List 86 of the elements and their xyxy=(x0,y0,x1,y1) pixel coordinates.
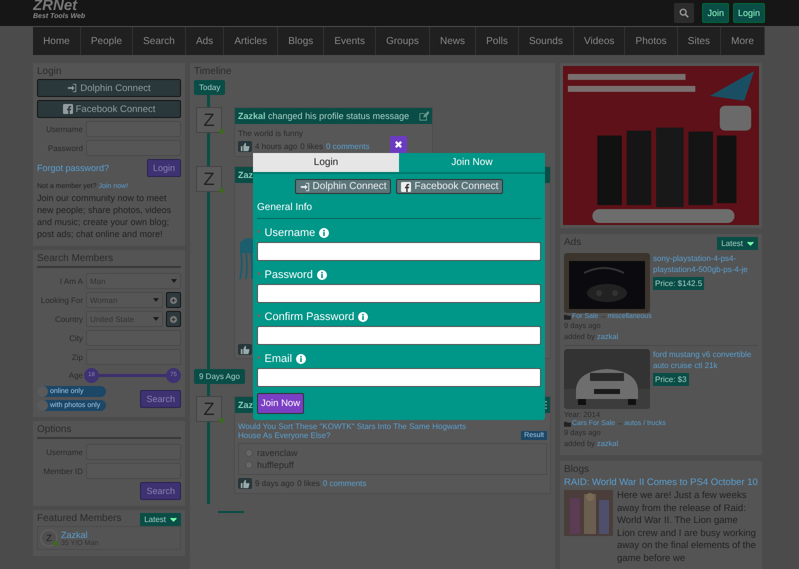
poll-question[interactable]: Would You Sort These "KOWTK" Stars Into The Same Hogwarts House As Everyone Else? xyxy=(238,422,488,440)
price-tag: Price: $142.5 xyxy=(653,277,704,290)
site-logo[interactable]: ZRNet xyxy=(33,0,86,11)
section-heading: General Info xyxy=(257,202,541,219)
nav-item[interactable]: Groups xyxy=(376,27,430,55)
nav-item[interactable]: Sites xyxy=(678,27,722,55)
nav-item[interactable]: Events xyxy=(324,27,376,55)
nav-item[interactable]: Sounds xyxy=(518,27,574,55)
search-button[interactable]: Search xyxy=(140,390,181,408)
nav-item[interactable]: Blogs xyxy=(278,27,324,55)
sort-dropdown[interactable]: Latest xyxy=(717,237,758,250)
member-name[interactable]: Zazkal xyxy=(61,530,98,540)
like-button[interactable] xyxy=(238,478,252,489)
user-avatar[interactable]: Z xyxy=(196,166,222,192)
edit-icon xyxy=(419,111,429,121)
input-field[interactable] xyxy=(257,368,541,387)
field-label: Email xyxy=(264,353,292,365)
caret-icon xyxy=(171,279,177,283)
comments-link[interactable]: 0 comments xyxy=(326,142,370,151)
nav-item[interactable]: People xyxy=(80,27,134,55)
caret-icon xyxy=(153,298,159,302)
plus-icon xyxy=(170,296,177,304)
nav-item[interactable]: Polls xyxy=(476,27,519,55)
close-button[interactable] xyxy=(390,136,407,153)
field-label: Username xyxy=(264,227,316,239)
add-button[interactable] xyxy=(166,292,181,308)
add-button[interactable] xyxy=(166,311,181,327)
connect-button[interactable]: Facebook Connect xyxy=(37,100,181,118)
login-button[interactable]: Login xyxy=(146,159,181,177)
search-icon xyxy=(679,8,690,18)
blog-post-title[interactable]: RAID: World War II Comes to PS4 October 10 xyxy=(564,477,758,488)
timeline-date-label: Today xyxy=(194,80,226,95)
like-button[interactable] xyxy=(238,141,252,152)
join-now-button[interactable]: Join Now xyxy=(257,393,304,414)
ad-title[interactable]: sony-playstation-4-ps4-playstation4-500gb-ps-4-je xyxy=(653,253,758,275)
nav-item[interactable]: Ads xyxy=(186,27,224,55)
input-field[interactable] xyxy=(257,284,541,303)
header-button[interactable]: Login xyxy=(732,3,765,23)
plus-icon xyxy=(170,316,177,322)
header-button[interactable]: Join xyxy=(702,3,729,23)
tab[interactable]: Login xyxy=(253,153,399,172)
nav-item[interactable]: Articles xyxy=(224,27,278,55)
field-label: Password xyxy=(264,269,313,281)
facebook-icon xyxy=(62,104,73,114)
price-tag: Price: $3 xyxy=(653,373,689,386)
info-icon xyxy=(358,312,368,322)
post-header: Zaz xyxy=(238,400,254,410)
nav-item[interactable]: More xyxy=(721,27,766,55)
input-field[interactable] xyxy=(257,242,541,261)
input-field[interactable] xyxy=(257,326,541,345)
chevron-icon xyxy=(170,517,177,522)
connect-button[interactable]: Facebook Connect xyxy=(396,179,504,194)
sign-in-icon xyxy=(300,182,310,192)
nav-item[interactable]: Search xyxy=(133,27,186,55)
user-avatar[interactable]: Z xyxy=(196,396,222,422)
connect-button[interactable]: Dolphin Connect xyxy=(37,79,181,97)
timeline-date-label: 9 Days Ago xyxy=(194,369,245,384)
chevron-icon xyxy=(747,241,754,246)
required-icon: * xyxy=(257,354,261,364)
ad-title[interactable]: ford mustang v6 convertible auto cruise ctl 21k xyxy=(653,349,758,371)
sign-in-icon xyxy=(67,83,78,93)
sort-dropdown[interactable]: Latest xyxy=(140,513,181,526)
required-icon: * xyxy=(257,270,261,280)
post-header: Zaz xyxy=(238,170,254,180)
caret-icon xyxy=(153,317,159,321)
required-icon: * xyxy=(257,228,261,238)
user-avatar[interactable]: Z xyxy=(196,107,222,133)
nav-item[interactable]: Photos xyxy=(625,27,678,55)
info-icon xyxy=(316,270,327,280)
like-button[interactable] xyxy=(238,344,252,355)
search-button[interactable] xyxy=(674,3,694,23)
folder-icon xyxy=(564,420,571,426)
close-icon xyxy=(394,140,403,149)
nav-item[interactable]: Videos xyxy=(574,27,626,55)
required-icon: * xyxy=(257,312,261,322)
search-button[interactable]: Search xyxy=(140,482,181,500)
connect-button[interactable]: Dolphin Connect xyxy=(294,179,392,194)
nav-item[interactable]: Home xyxy=(33,27,81,55)
comments-link[interactable]: 0 comments xyxy=(322,479,366,488)
nav-item[interactable]: News xyxy=(430,27,476,55)
facebook-icon xyxy=(401,182,412,192)
post-header: Zazkal changed his profile status message xyxy=(238,111,410,121)
info-icon xyxy=(296,354,306,364)
forgot-password-link[interactable]: Forgot password? xyxy=(37,163,110,173)
info-icon xyxy=(319,228,330,238)
field-label: Confirm Password xyxy=(264,311,354,323)
